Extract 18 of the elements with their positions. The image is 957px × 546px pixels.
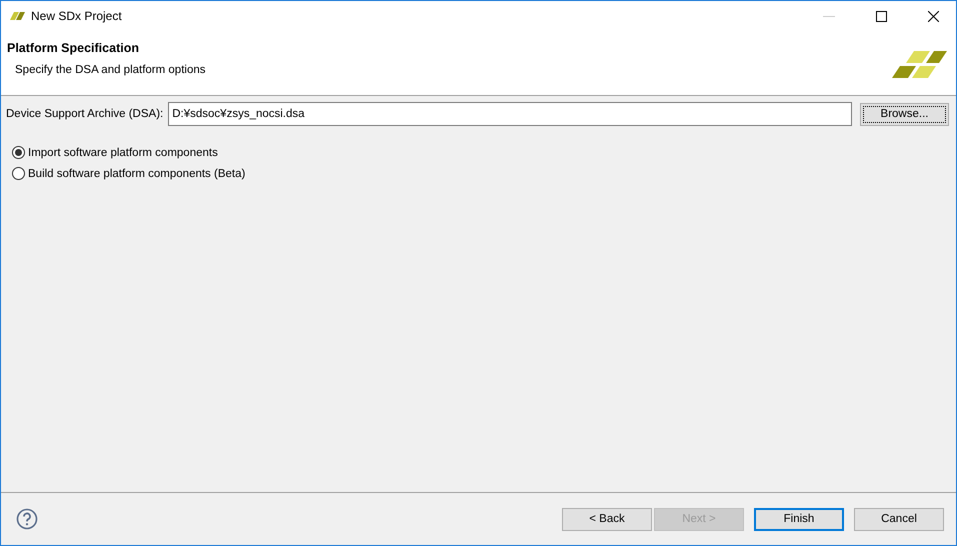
help-icon[interactable]: [16, 508, 38, 530]
window-title: New SDx Project: [31, 9, 123, 23]
dsa-label: Device Support Archive (DSA):: [6, 108, 164, 120]
close-icon[interactable]: [928, 10, 938, 22]
dialog-button[interactable]: Finish: [754, 508, 844, 530]
radio-button[interactable]: [12, 167, 25, 180]
app-logo-icon: [10, 12, 25, 20]
dialog-button[interactable]: Cancel: [854, 508, 944, 530]
option-label[interactable]: Import software platform components: [28, 146, 218, 158]
maximize-icon[interactable]: [876, 10, 886, 22]
option-label[interactable]: Build software platform components (Beta): [28, 168, 246, 180]
logo-icon: [892, 51, 947, 79]
page-title: Platform Specification: [7, 41, 140, 55]
radio-button[interactable]: [12, 146, 25, 159]
dialog-button[interactable]: < Back: [562, 508, 652, 530]
dsa-path-field[interactable]: D:¥sdsoc¥zsys_nocsi.dsa: [168, 102, 852, 126]
page-subtitle: Specify the DSA and platform options: [14, 64, 206, 76]
browse-button[interactable]: Browse...: [860, 102, 949, 126]
